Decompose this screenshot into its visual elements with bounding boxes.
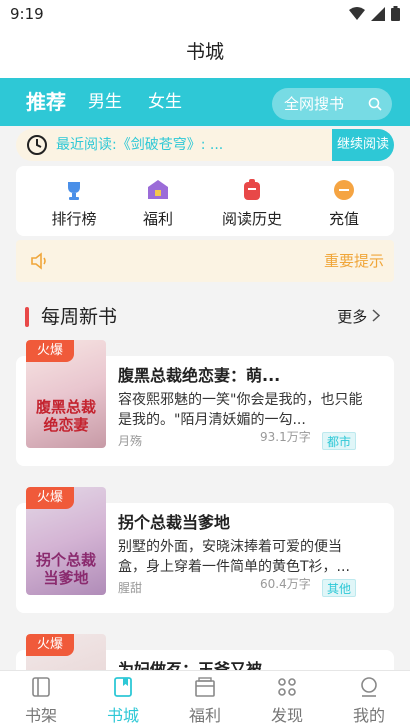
hot-badge: 火爆 — [26, 634, 74, 656]
signal-icon — [371, 6, 385, 21]
menu-item-history[interactable]: 阅读历史 — [212, 178, 292, 229]
menu-item-label: 阅读历史 — [221, 210, 282, 228]
menu-item-label: 充值 — [328, 210, 359, 228]
weekly-new-books-header: 每周新书 更多 — [16, 300, 394, 334]
discover-icon — [278, 678, 296, 696]
gift-icon — [148, 180, 168, 199]
search-label: 全网搜书 — [284, 95, 345, 113]
book-word-count: 60.4万字 — [260, 577, 311, 591]
wifi-icon — [349, 6, 365, 20]
book-cover[interactable]: 火爆 拐个总裁当爹地 — [26, 487, 106, 595]
tab-recommend[interactable]: 推荐 — [26, 78, 66, 126]
quick-menu: 排行榜 福利 阅读历史 充值 — [16, 166, 394, 236]
battery-icon — [391, 6, 400, 21]
nav-label: 我的 — [352, 706, 385, 725]
title-bar: 书城 — [0, 28, 410, 78]
book-description: 容夜熙邪魅的一笑"你会是我的，也只能是我的。"陌月清妖媚的一勾... — [118, 392, 363, 428]
more-label: 更多 — [337, 308, 368, 326]
continue-reading-button[interactable]: 继续阅读 — [332, 129, 394, 161]
nav-label: 书城 — [106, 706, 139, 725]
bookstore-icon — [114, 677, 132, 697]
history-icon — [244, 179, 260, 200]
nav-label: 福利 — [188, 706, 221, 725]
nav-label: 书架 — [24, 706, 57, 725]
menu-item-recharge[interactable]: 充值 — [304, 178, 384, 229]
book-word-count: 93.1万字 — [260, 430, 311, 444]
book-title: 拐个总裁当爹地 — [118, 513, 231, 532]
menu-item-ranking[interactable]: 排行榜 — [34, 178, 114, 229]
status-time: 9:19 — [10, 5, 44, 23]
hot-badge: 火爆 — [26, 487, 74, 509]
book-description: 别墅的外面，安晓沫捧着可爱的便当盒，身上穿着一件简单的黄色T衫，... — [118, 539, 350, 575]
bottom-navigation: 书架 书城 福利 发现 我的 — [0, 670, 410, 728]
bookshelf-icon — [32, 677, 50, 697]
menu-item-welfare[interactable]: 福利 — [118, 178, 198, 229]
section-marker — [25, 307, 29, 327]
book-card[interactable]: 火爆 腹黑总裁绝恋妻 腹黑总裁绝恋妻：萌... 容夜熙邪魅的一笑"你会是我的，也… — [16, 340, 394, 466]
menu-item-label: 排行榜 — [51, 210, 97, 228]
book-card[interactable]: 火爆 拐个总裁当爹地 拐个总裁当爹地 别墅的外面，安晓沫捧着可爱的便当盒，身上穿… — [16, 487, 394, 613]
welfare-icon — [195, 677, 215, 697]
book-author: 腥甜 — [118, 581, 143, 595]
book-cover[interactable]: 火爆 腹黑总裁绝恋妻 — [26, 340, 106, 448]
book-title: 腹黑总裁绝恋妻：萌... — [118, 366, 281, 385]
page-title: 书城 — [185, 41, 224, 63]
coin-icon — [334, 180, 354, 200]
chevron-right-icon — [372, 309, 381, 322]
section-title: 每周新书 — [41, 306, 118, 328]
book-category-tag: 其他 — [322, 579, 357, 597]
book-author: 月殇 — [118, 434, 143, 448]
notice-text: 重要提示 — [324, 252, 385, 270]
book-category-tag: 都市 — [322, 432, 357, 450]
status-bar: 9:19 — [0, 0, 410, 28]
speaker-icon — [31, 252, 46, 270]
nav-label: 发现 — [270, 706, 303, 725]
recent-reading-text: 最近阅读:《剑破苍穹》: ... — [56, 137, 224, 153]
nav-welfare[interactable]: 福利 — [164, 675, 246, 726]
cover-title: 腹黑总裁绝恋妻 — [35, 398, 96, 434]
search-icon — [368, 97, 382, 111]
hot-badge: 火爆 — [26, 340, 74, 362]
nav-bookshelf[interactable]: 书架 — [0, 675, 82, 726]
more-link[interactable]: 更多 — [337, 300, 381, 334]
notice-bar[interactable]: 重要提示 — [16, 240, 394, 282]
menu-item-label: 福利 — [142, 210, 173, 228]
category-tabs: 推荐 男生 女生 全网搜书 — [0, 78, 410, 126]
profile-icon — [361, 677, 377, 697]
trophy-icon — [68, 182, 80, 200]
nav-bookstore[interactable]: 书城 — [82, 675, 164, 726]
nav-discover[interactable]: 发现 — [246, 675, 328, 726]
search-box[interactable]: 全网搜书 — [272, 88, 392, 120]
tab-male[interactable]: 男生 — [88, 78, 122, 126]
recent-reading-bar[interactable]: 最近阅读:《剑破苍穹》: ... 继续阅读 — [16, 129, 394, 161]
nav-profile[interactable]: 我的 — [328, 675, 410, 726]
tab-female[interactable]: 女生 — [148, 78, 182, 126]
clock-icon — [27, 135, 47, 155]
cover-title: 拐个总裁当爹地 — [35, 551, 96, 587]
